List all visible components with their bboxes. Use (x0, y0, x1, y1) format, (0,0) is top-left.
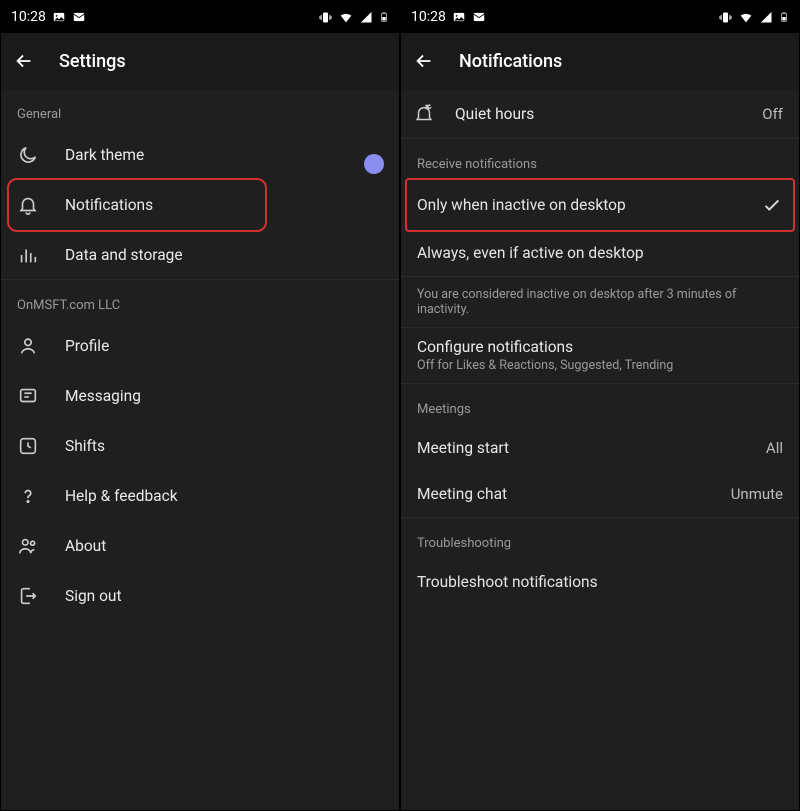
row-label: Shifts (65, 437, 383, 455)
status-bar: 10:28 (401, 1, 799, 33)
bell-icon (17, 194, 65, 216)
row-signout[interactable]: Sign out (1, 571, 399, 621)
wifi-icon (738, 9, 754, 25)
signout-icon (17, 585, 65, 607)
option-label: Only when inactive on desktop (417, 196, 761, 214)
section-header-org: OnMSFT.com LLC (1, 280, 399, 321)
section-header-general: General (1, 89, 399, 130)
clock-icon (17, 435, 65, 457)
row-configure-notifications[interactable]: Configure notifications Off for Likes & … (401, 328, 799, 384)
battery-icon (779, 9, 789, 25)
configure-subtitle: Off for Likes & Reactions, Suggested, Tr… (417, 358, 673, 373)
row-label: Messaging (65, 387, 383, 405)
row-value: Unmute (731, 485, 783, 503)
configure-title: Configure notifications (417, 338, 573, 356)
back-arrow-icon[interactable] (13, 50, 35, 72)
row-label: Dark theme (65, 146, 383, 164)
row-data-storage[interactable]: Data and storage (1, 230, 399, 280)
row-label: Data and storage (65, 246, 383, 264)
section-header-troubleshoot: Troubleshooting (401, 518, 799, 559)
battery-icon (379, 9, 389, 25)
check-icon (761, 194, 783, 216)
row-label: Meeting chat (417, 485, 731, 503)
row-label: Sign out (65, 587, 383, 605)
moon-icon (17, 144, 65, 166)
row-label: Help & feedback (65, 487, 383, 505)
row-label: Notifications (65, 196, 383, 214)
back-arrow-icon[interactable] (413, 50, 435, 72)
row-label: Profile (65, 337, 383, 355)
vibrate-icon (318, 10, 333, 25)
appbar: Settings (1, 33, 399, 89)
message-icon (17, 385, 65, 407)
mail-icon (472, 10, 486, 24)
row-label: Meeting start (417, 439, 766, 457)
page-title: Notifications (459, 51, 562, 72)
phone-right: 10:28 Notifications (400, 0, 800, 811)
row-label: Troubleshoot notifications (417, 573, 783, 591)
row-shifts[interactable]: Shifts (1, 421, 399, 471)
bars-icon (17, 244, 65, 266)
row-meeting-chat[interactable]: Meeting chat Unmute (401, 471, 799, 518)
mail-icon (72, 10, 86, 24)
row-label: About (65, 537, 383, 555)
signal-icon (759, 10, 774, 25)
row-messaging[interactable]: Messaging (1, 371, 399, 421)
quiet-hours-icon: z (413, 103, 455, 125)
svg-text:z: z (426, 104, 429, 110)
row-meeting-start[interactable]: Meeting start All (401, 425, 799, 471)
image-icon (52, 10, 66, 24)
quiet-hours-value: Off (762, 105, 783, 123)
vibrate-icon (718, 10, 733, 25)
wifi-icon (338, 9, 354, 25)
status-time: 10:28 (411, 9, 446, 25)
person-icon (17, 335, 65, 357)
row-dark-theme[interactable]: Dark theme (1, 130, 399, 180)
question-icon (17, 485, 65, 507)
row-troubleshoot[interactable]: Troubleshoot notifications (401, 559, 799, 605)
image-icon (452, 10, 466, 24)
row-notifications[interactable]: Notifications (1, 180, 399, 230)
option-label: Always, even if active on desktop (417, 244, 783, 262)
status-bar: 10:28 (1, 1, 399, 33)
option-always-active[interactable]: Always, even if active on desktop (401, 230, 799, 277)
row-quiet-hours[interactable]: z Quiet hours Off (401, 89, 799, 139)
phone-left: 10:28 Settings (0, 0, 400, 811)
appbar: Notifications (401, 33, 799, 89)
row-help[interactable]: Help & feedback (1, 471, 399, 521)
row-value: All (766, 439, 783, 457)
row-profile[interactable]: Profile (1, 321, 399, 371)
section-header-meetings: Meetings (401, 384, 799, 425)
option-inactive-desktop[interactable]: Only when inactive on desktop (401, 180, 799, 230)
page-title: Settings (59, 51, 126, 72)
row-label: Quiet hours (455, 105, 762, 123)
row-about[interactable]: About (1, 521, 399, 571)
section-header-receive: Receive notifications (401, 139, 799, 180)
teams-icon (17, 535, 65, 557)
signal-icon (359, 10, 374, 25)
inactive-note: You are considered inactive on desktop a… (401, 277, 799, 328)
status-time: 10:28 (11, 9, 46, 25)
